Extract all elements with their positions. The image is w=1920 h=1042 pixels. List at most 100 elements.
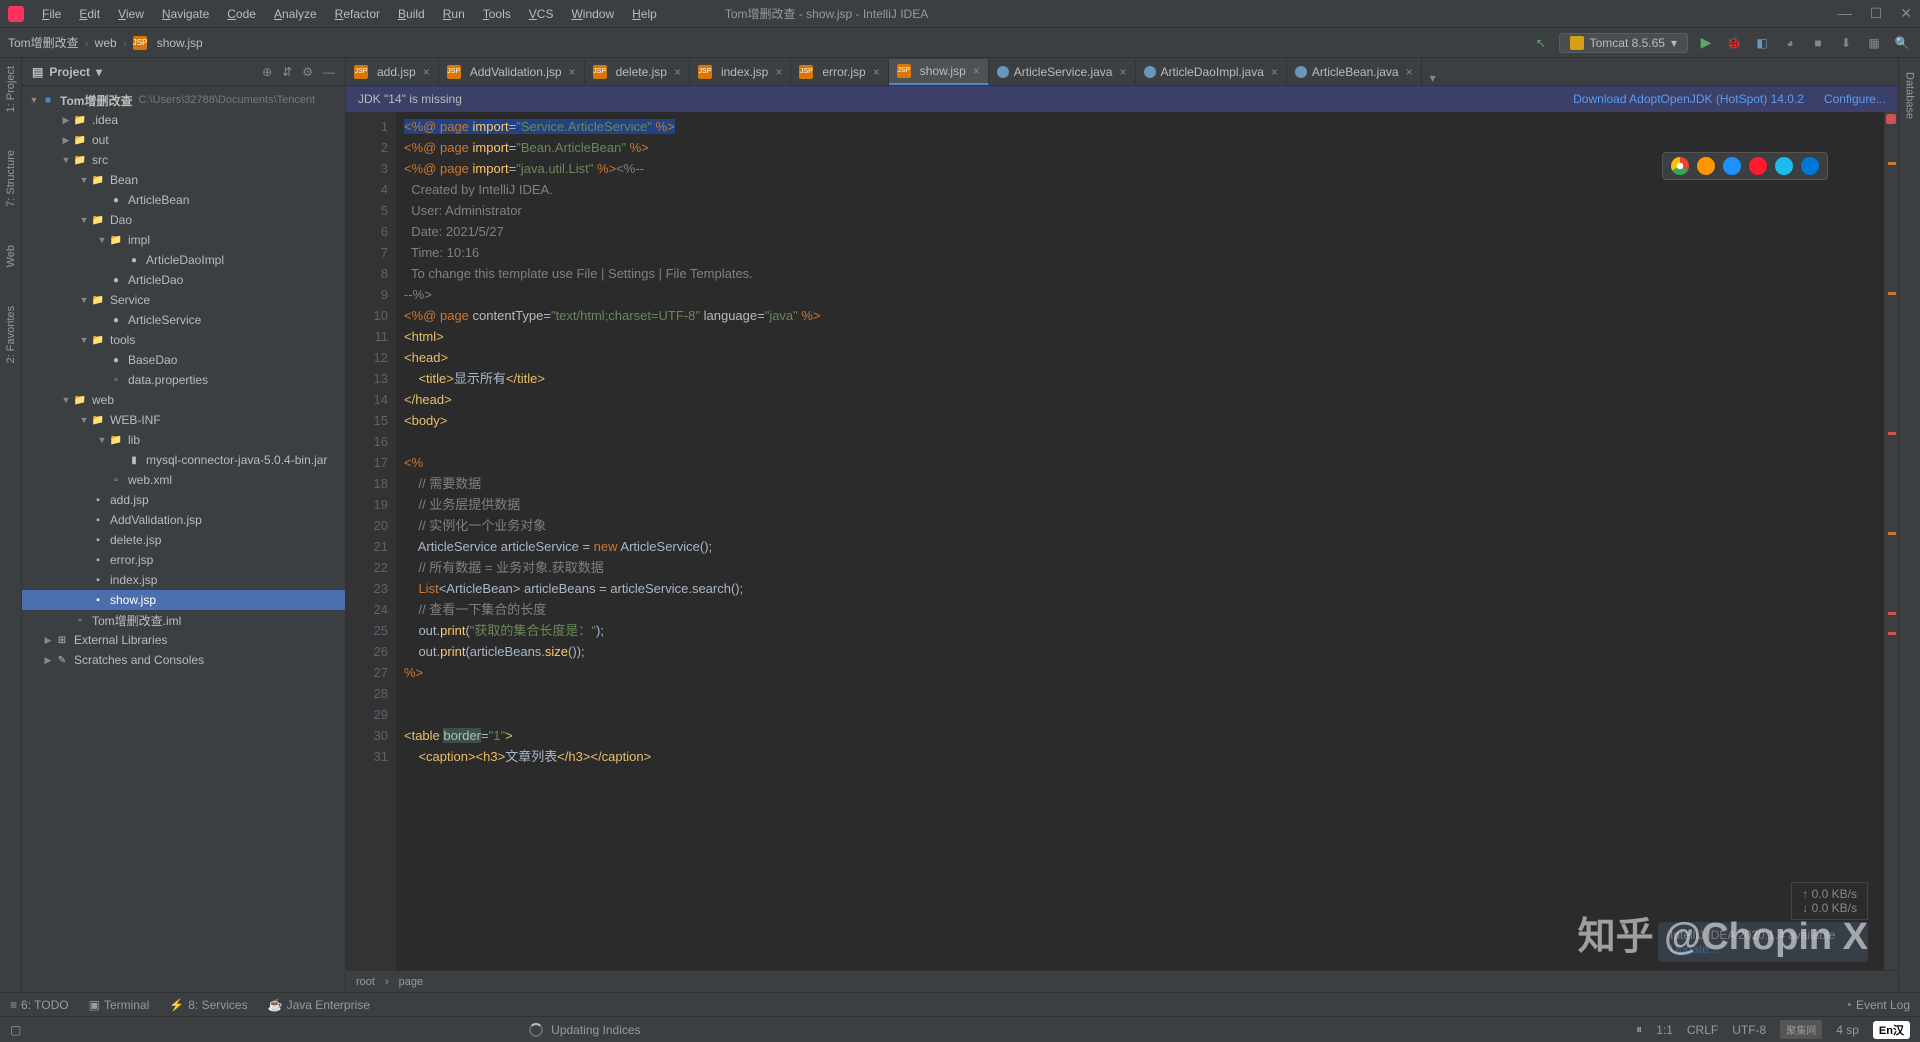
tree-node-addvalidationjsp[interactable]: ▪AddValidation.jsp [22, 510, 345, 530]
project-tree[interactable]: ▼ ■ Tom增删改查 C:\Users\32788\Documents\Ten… [22, 86, 345, 992]
tree-node-addjsp[interactable]: ▪add.jsp [22, 490, 345, 510]
breadcrumb-web[interactable]: web [95, 36, 117, 50]
line-separator[interactable]: CRLF [1687, 1023, 1718, 1037]
tree-node-dataproperties[interactable]: ▫data.properties [22, 370, 345, 390]
tree-node-src[interactable]: ▼📁src [22, 150, 345, 170]
breadcrumb-root[interactable]: Tom增删改查 [8, 34, 79, 51]
update-notification[interactable]: IntelliJ IDEA 2020.1.4 available Update.… [1658, 922, 1868, 962]
todo-tool-window[interactable]: ≡ 6: TODO [10, 998, 69, 1012]
menu-run[interactable]: Run [435, 3, 473, 25]
expand-arrow-icon[interactable]: ▼ [78, 415, 90, 425]
run-config-selector[interactable]: Tomcat 8.5.65 ▾ [1559, 33, 1688, 53]
download-jdk-link[interactable]: Download AdoptOpenJDK (HotSpot) 14.0.2 [1573, 92, 1804, 106]
tree-node-articlebean[interactable]: ●ArticleBean [22, 190, 345, 210]
close-icon[interactable]: ✕ [1900, 5, 1912, 22]
collapse-icon[interactable]: ⇵ [282, 65, 292, 79]
update-action-link[interactable]: Update... [1670, 942, 1856, 956]
expand-arrow-icon[interactable]: ▶ [42, 655, 54, 666]
menu-help[interactable]: Help [624, 3, 665, 25]
project-root[interactable]: ▼ ■ Tom增删改查 C:\Users\32788\Documents\Ten… [22, 90, 345, 110]
tree-node-articleservice[interactable]: ●ArticleService [22, 310, 345, 330]
indent-setting[interactable]: 4 sp [1836, 1023, 1859, 1037]
expand-arrow-icon[interactable]: ▼ [28, 95, 40, 105]
minimize-icon[interactable]: — [1838, 5, 1852, 22]
project-title[interactable]: Project [49, 65, 90, 79]
ie-icon[interactable] [1775, 157, 1793, 175]
background-tasks[interactable]: Updating Indices [529, 1023, 640, 1037]
expand-arrow-icon[interactable]: ▼ [60, 395, 72, 405]
close-tab-icon[interactable]: × [569, 65, 576, 79]
tree-node-articledaoimpl[interactable]: ●ArticleDaoImpl [22, 250, 345, 270]
back-icon[interactable]: ↖ [1531, 33, 1551, 53]
edge-icon[interactable] [1801, 157, 1819, 175]
menu-view[interactable]: View [110, 3, 152, 25]
tree-node-service[interactable]: ▼📁Service [22, 290, 345, 310]
menu-window[interactable]: Window [563, 3, 622, 25]
expand-arrow-icon[interactable]: ▼ [60, 155, 72, 165]
crumb-page[interactable]: page [399, 976, 423, 988]
expand-arrow-icon[interactable]: ▶ [42, 635, 54, 646]
run-button[interactable]: ▶ [1696, 33, 1716, 53]
menu-navigate[interactable]: Navigate [154, 3, 217, 25]
rail-project[interactable]: 1: Project [3, 62, 19, 116]
chrome-icon[interactable] [1671, 157, 1689, 175]
expand-arrow-icon[interactable]: ▼ [78, 215, 90, 225]
pause-indexing-icon[interactable]: ⏸ [1636, 1022, 1642, 1037]
tree-node-impl[interactable]: ▼📁impl [22, 230, 345, 250]
tree-node-externallibraries[interactable]: ▶⊞External Libraries [22, 630, 345, 650]
tree-node-errorjsp[interactable]: ▪error.jsp [22, 550, 345, 570]
editor-gutter[interactable]: 1234567891011121314151617181920212223242… [346, 112, 396, 970]
menu-tools[interactable]: Tools [475, 3, 519, 25]
maximize-icon[interactable]: ☐ [1870, 5, 1883, 22]
opera-icon[interactable] [1749, 157, 1767, 175]
menu-code[interactable]: Code [219, 3, 264, 25]
file-encoding[interactable]: UTF-8 [1732, 1023, 1766, 1037]
tab-indexjsp[interactable]: JSPindex.jsp× [690, 59, 791, 85]
menu-file[interactable]: File [34, 3, 69, 25]
close-tab-icon[interactable]: × [1406, 65, 1413, 79]
expand-arrow-icon[interactable]: ▼ [96, 435, 108, 445]
gear-icon[interactable]: ⚙ [302, 65, 313, 79]
expand-arrow-icon[interactable]: ▼ [78, 295, 90, 305]
menu-vcs[interactable]: VCS [521, 3, 562, 25]
tab-showjsp[interactable]: JSPshow.jsp× [889, 59, 989, 85]
tab-articledaoimpljava[interactable]: ArticleDaoImpl.java× [1136, 59, 1287, 85]
tree-node-tomiml[interactable]: ▫Tom增删改查.iml [22, 610, 345, 630]
close-tab-icon[interactable]: × [873, 65, 880, 79]
rail-database[interactable]: Database [1902, 68, 1918, 123]
menu-analyze[interactable]: Analyze [266, 3, 325, 25]
firefox-icon[interactable] [1697, 157, 1715, 175]
close-tab-icon[interactable]: × [973, 64, 980, 78]
menu-build[interactable]: Build [390, 3, 433, 25]
tree-node-deletejsp[interactable]: ▪delete.jsp [22, 530, 345, 550]
expand-arrow-icon[interactable]: ▼ [96, 235, 108, 245]
tree-node-scratchesandconsoles[interactable]: ▶✎Scratches and Consoles [22, 650, 345, 670]
hide-icon[interactable]: — [323, 65, 335, 79]
expand-arrow-icon[interactable]: ▶ [60, 115, 72, 126]
stop-button[interactable]: ■ [1808, 33, 1828, 53]
safari-icon[interactable] [1723, 157, 1741, 175]
tree-node-lib[interactable]: ▼📁lib [22, 430, 345, 450]
analysis-status-icon[interactable] [1886, 114, 1896, 124]
debug-button[interactable]: 🐞 [1724, 33, 1744, 53]
tree-node-showjsp[interactable]: ▪show.jsp [22, 590, 345, 610]
event-log-tool-window[interactable]: ◔ Event Log [1845, 998, 1910, 1012]
close-tab-icon[interactable]: × [1271, 65, 1278, 79]
configure-jdk-link[interactable]: Configure... [1824, 92, 1886, 106]
tree-node-bean[interactable]: ▼📁Bean [22, 170, 345, 190]
expand-arrow-icon[interactable]: ▼ [78, 175, 90, 185]
git-update-button[interactable]: ⬇ [1836, 33, 1856, 53]
caret-position[interactable]: 1:1 [1656, 1023, 1673, 1037]
error-stripe[interactable] [1884, 112, 1898, 970]
status-icon[interactable]: ▢ [10, 1023, 21, 1037]
tree-node-basedao[interactable]: ●BaseDao [22, 350, 345, 370]
coverage-button[interactable]: ◧ [1752, 33, 1772, 53]
tree-node-tools[interactable]: ▼📁tools [22, 330, 345, 350]
tab-addjsp[interactable]: JSPadd.jsp× [346, 59, 439, 85]
tree-node-articledao[interactable]: ●ArticleDao [22, 270, 345, 290]
chevron-down-icon[interactable]: ▾ [96, 65, 102, 79]
services-tool-window[interactable]: ⚡ 8: Services [169, 998, 247, 1012]
menu-refactor[interactable]: Refactor [327, 3, 388, 25]
tree-node-mysqlconnectorjava504binjar[interactable]: ▮mysql-connector-java-5.0.4-bin.jar [22, 450, 345, 470]
tab-articleservicejava[interactable]: ArticleService.java× [989, 59, 1136, 85]
